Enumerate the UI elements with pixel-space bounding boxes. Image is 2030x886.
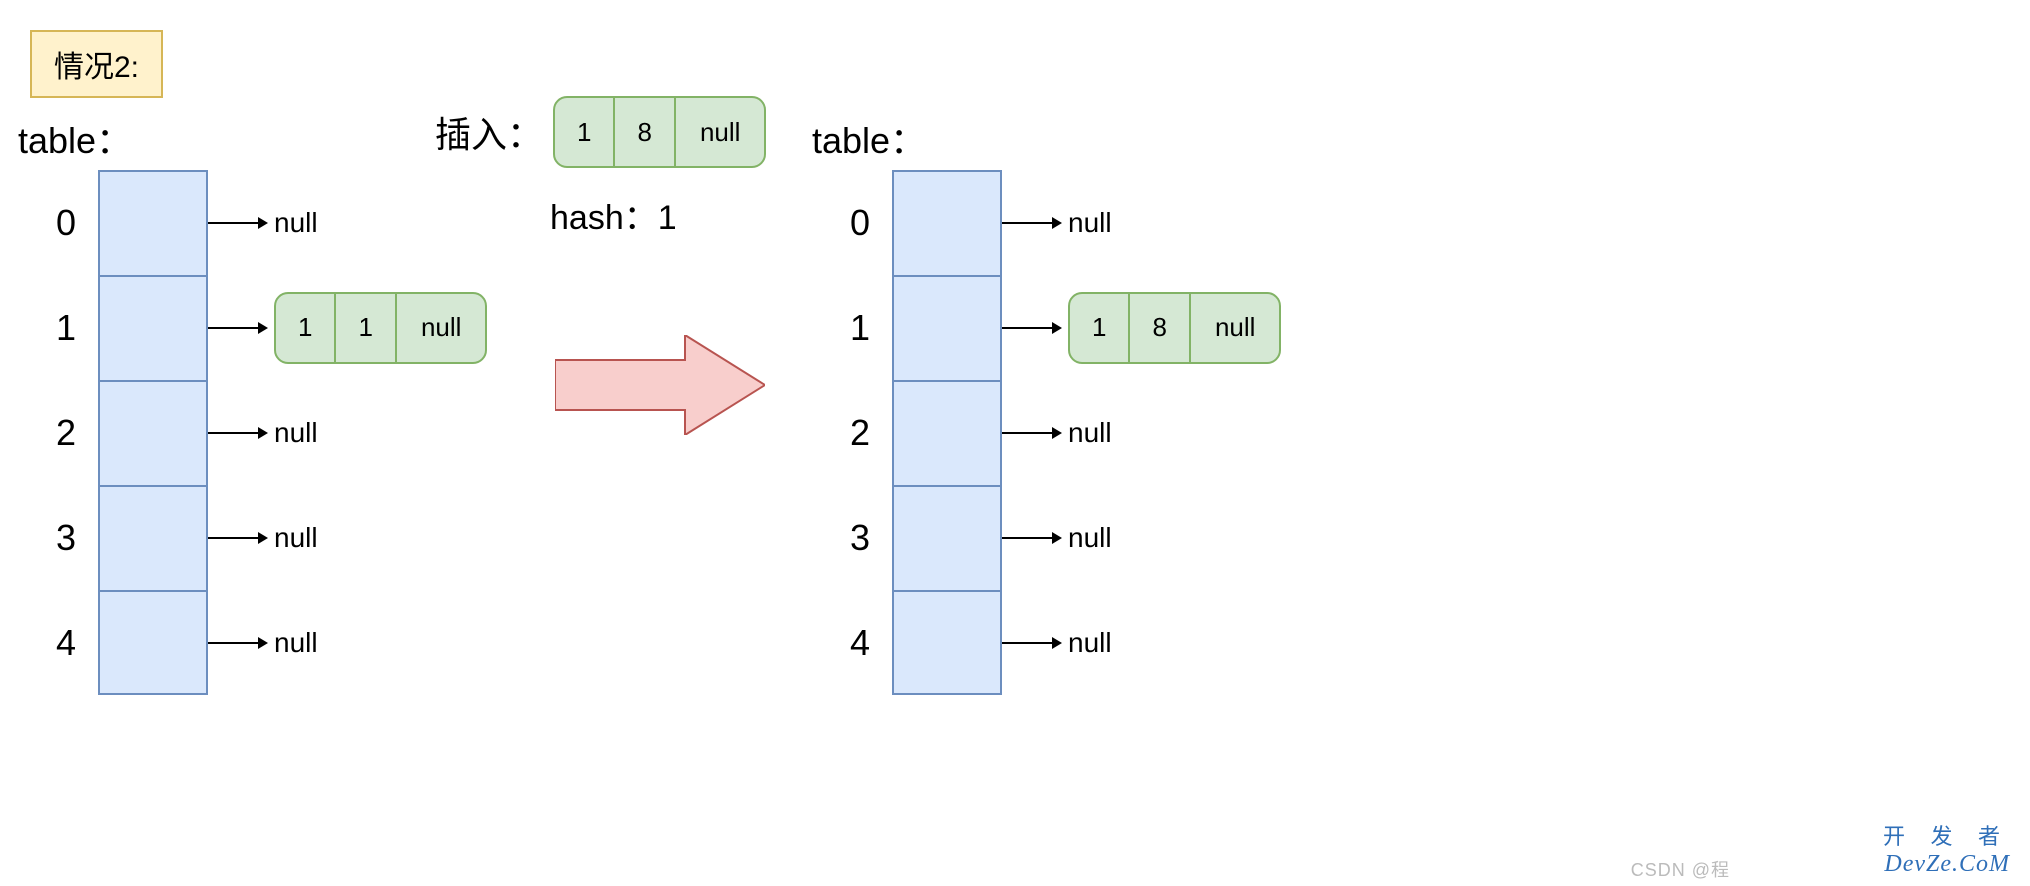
index-label: 0 (812, 202, 892, 244)
bucket-cell (98, 485, 208, 590)
node-next: null (1191, 294, 1279, 362)
table-row: 1 1 8 null (812, 275, 1281, 380)
null-label: null (1068, 417, 1112, 449)
bucket-cell (892, 275, 1002, 380)
table-row: 2 null (812, 380, 1281, 485)
node-value: 8 (1130, 294, 1190, 362)
bucket-cell (98, 380, 208, 485)
watermark-devze: 开 发 者 DevZe.CoM (1883, 819, 2010, 878)
pointer-arrow: null (208, 522, 318, 554)
null-label: null (1068, 627, 1112, 659)
pointer-arrow: 1 8 null (1002, 292, 1281, 364)
index-label: 2 (18, 412, 98, 454)
index-label: 2 (812, 412, 892, 454)
index-label: 3 (18, 517, 98, 559)
case-label: 情况2: (30, 30, 163, 98)
index-label: 3 (812, 517, 892, 559)
bucket-cell (892, 170, 1002, 275)
pointer-arrow: null (1002, 627, 1112, 659)
null-label: null (274, 522, 318, 554)
pointer-arrow: null (1002, 522, 1112, 554)
table-row: 2 null (18, 380, 487, 485)
table-row: 0 null (812, 170, 1281, 275)
index-label: 4 (18, 622, 98, 664)
bucket-cell (98, 170, 208, 275)
pointer-arrow: null (208, 207, 318, 239)
left-table-title: table： (18, 112, 487, 164)
table-row: 0 null (18, 170, 487, 275)
pointer-arrow: null (1002, 417, 1112, 449)
right-table-title: table： (812, 112, 1281, 164)
null-label: null (274, 627, 318, 659)
insert-label: 插入： (435, 106, 543, 158)
null-label: null (1068, 522, 1112, 554)
node-next: null (676, 98, 764, 166)
watermark-line2: DevZe.CoM (1884, 851, 2010, 878)
null-label: null (1068, 207, 1112, 239)
bucket-cell (892, 590, 1002, 695)
bucket-cell (98, 275, 208, 380)
linked-node: 1 8 null (1068, 292, 1281, 364)
table-row: 4 null (812, 590, 1281, 695)
null-label: null (274, 417, 318, 449)
table-row: 1 1 1 null (18, 275, 487, 380)
right-table: table： 0 null 1 1 8 null 2 (812, 112, 1281, 695)
node-key: 1 (1070, 294, 1130, 362)
node-value: 8 (615, 98, 675, 166)
pointer-arrow: null (208, 417, 318, 449)
index-label: 1 (812, 307, 892, 349)
node-next: null (397, 294, 485, 362)
bucket-cell (98, 590, 208, 695)
watermark-line1: 开 发 者 (1883, 819, 2010, 851)
left-table: table： 0 null 1 1 1 null 2 (18, 112, 487, 695)
watermark-csdn: CSDN @程 (1631, 856, 1730, 882)
table-row: 3 null (18, 485, 487, 590)
pointer-arrow: 1 1 null (208, 292, 487, 364)
index-label: 1 (18, 307, 98, 349)
pointer-arrow: null (208, 627, 318, 659)
hash-label: hash：1 (550, 190, 677, 239)
insert-block: 插入： 1 8 null (435, 96, 766, 168)
table-row: 3 null (812, 485, 1281, 590)
bucket-cell (892, 485, 1002, 590)
node-value: 1 (336, 294, 396, 362)
linked-node: 1 1 null (274, 292, 487, 364)
null-label: null (274, 207, 318, 239)
bucket-cell (892, 380, 1002, 485)
table-row: 4 null (18, 590, 487, 695)
transition-arrow-icon (555, 335, 765, 440)
node-key: 1 (555, 98, 615, 166)
node-key: 1 (276, 294, 336, 362)
index-label: 4 (812, 622, 892, 664)
insert-node: 1 8 null (553, 96, 766, 168)
index-label: 0 (18, 202, 98, 244)
pointer-arrow: null (1002, 207, 1112, 239)
